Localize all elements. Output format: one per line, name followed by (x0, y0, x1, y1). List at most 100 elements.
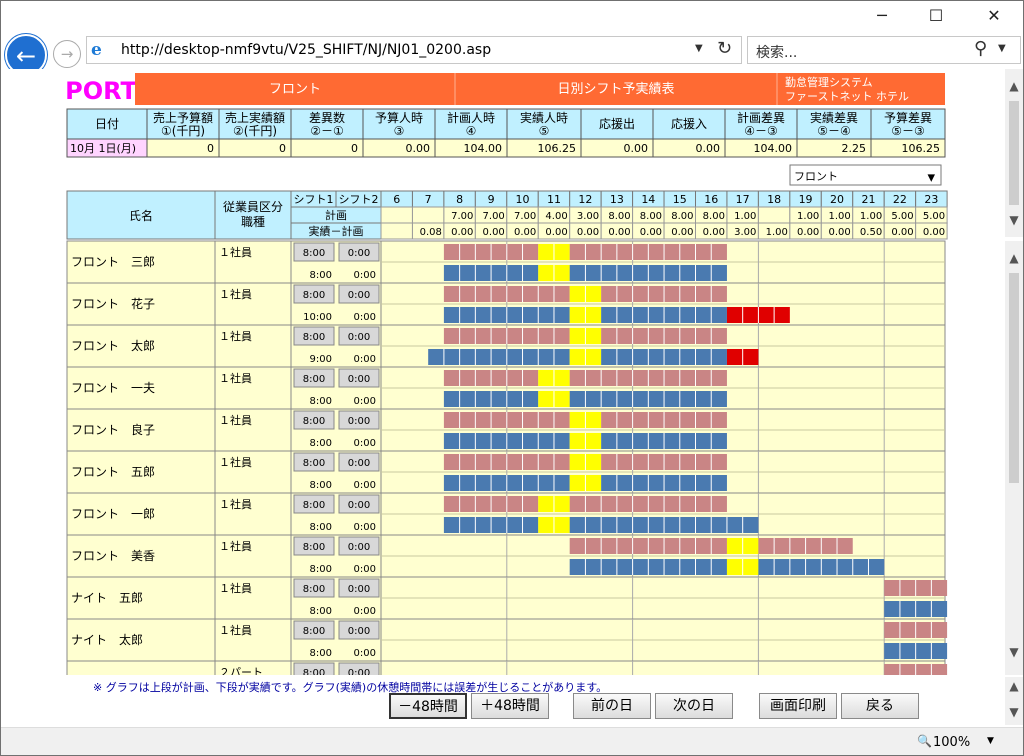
plan-hours-value: 8.00 (640, 211, 662, 222)
shift2-value[interactable]: 0:00 (348, 584, 370, 595)
system-name-line2: ファーストネット ホテル (785, 90, 909, 103)
summary-header-label: ①(千円) (161, 124, 205, 138)
summary-header-label: 応援出 (599, 117, 635, 131)
prev-day-button[interactable]: 前の日 (573, 693, 651, 719)
inner-scroll-up-icon[interactable]: ▲ (1005, 251, 1023, 269)
summary-header-label: 計画差異 (737, 110, 785, 125)
actual-end: 0:00 (354, 270, 376, 281)
url-field[interactable]: e http://desktop-nmf9vtu/V25_SHIFT/NJ/NJ… (86, 36, 742, 64)
summary-header-label: ④－③ (744, 124, 778, 138)
shift2-value[interactable]: 0:00 (348, 332, 370, 343)
plan-hours-value: 1.00 (860, 211, 882, 222)
shift2-value[interactable]: 0:00 (348, 458, 370, 469)
diff-hours-value: 0.00 (671, 227, 693, 238)
page-content: PORT フロント 日別シフト予実績表 勤怠管理システム ファーストネット ホテル 日付 1… (1, 69, 1005, 675)
summary-header-label: 日付 (95, 117, 119, 131)
diff-hours-value: 1.00 (766, 227, 788, 238)
actual-start: 8:00 (310, 396, 332, 407)
hour-label: 15 (673, 193, 687, 206)
title-bar: ─ ☐ ✕ (1, 1, 1023, 31)
shift1-value[interactable]: 8:00 (303, 626, 325, 637)
refresh-icon[interactable]: ↻ (717, 38, 732, 59)
summary-header-label: ③ (394, 124, 405, 138)
shift1-value[interactable]: 8:00 (303, 500, 325, 511)
plan-header: 計画 (325, 208, 347, 222)
shift2-value[interactable]: 0:00 (348, 290, 370, 301)
next-day-button[interactable]: 次の日 (655, 693, 733, 719)
employee-class: １社員 (219, 413, 252, 427)
actual-start: 8:00 (310, 606, 332, 617)
plan-hours-value: 1.00 (797, 211, 819, 222)
footer-scroll-down-icon[interactable]: ▼ (1005, 705, 1023, 723)
shift1-value[interactable]: 8:00 (303, 374, 325, 385)
employee-class: １社員 (219, 287, 252, 301)
search-icon[interactable]: ⚲ (974, 38, 987, 59)
employee-class: １社員 (219, 245, 252, 259)
plan-hours-cell (380, 206, 413, 224)
summary-header-label: ⑤－④ (817, 124, 851, 138)
name-header: 氏名 (129, 208, 153, 223)
shift2-value[interactable]: 0:00 (348, 500, 370, 511)
summary-header-label: 応援入 (671, 117, 707, 131)
url-dropdown-icon[interactable]: ▼ (695, 43, 703, 54)
minimize-button[interactable]: ─ (867, 5, 897, 27)
hour-label: 10 (516, 193, 530, 206)
shift2-value[interactable]: 0:00 (348, 626, 370, 637)
dept-select-value[interactable]: フロント (794, 170, 838, 183)
shift1-value[interactable]: 8:00 (303, 416, 325, 427)
plan-hours-value: 8.00 (608, 211, 630, 222)
diff-hours-value: 3.00 (734, 227, 756, 238)
footer-scrollbar[interactable]: ▲ ▼ (1005, 677, 1023, 725)
shift2-value[interactable]: 0:00 (348, 248, 370, 259)
employee-name: フロント 太郎 (71, 338, 155, 353)
footer-scroll-up-icon[interactable]: ▲ (1005, 679, 1023, 697)
shift1-value[interactable]: 8:00 (303, 584, 325, 595)
scroll-up-icon[interactable]: ▲ (1005, 79, 1023, 97)
search-field[interactable]: 検索... ⚲ ▼ (747, 36, 1021, 64)
actual-end: 0:00 (354, 648, 376, 659)
class-header: 従業員区分 (223, 200, 283, 214)
zoom-dropdown-icon[interactable]: ▼ (987, 736, 994, 746)
shift2-value[interactable]: 0:00 (348, 542, 370, 553)
url-text[interactable]: http://desktop-nmf9vtu/V25_SHIFT/NJ/NJ01… (121, 42, 491, 58)
maximize-button[interactable]: ☐ (921, 5, 951, 27)
actual-start: 8:00 (310, 270, 332, 281)
scroll-down-icon[interactable]: ▼ (1005, 213, 1023, 231)
zoom-level[interactable]: 100% (933, 735, 970, 750)
shift1-value[interactable]: 8:00 (303, 542, 325, 553)
hour-label: 23 (924, 193, 938, 206)
summary-value: 2.25 (842, 142, 867, 155)
shift2-value[interactable]: 0:00 (348, 374, 370, 385)
diff-header: 実績－計画 (309, 224, 364, 238)
shift2-value[interactable]: 0:00 (348, 416, 370, 427)
shift1-value[interactable]: 8:00 (303, 668, 325, 675)
plus-48-hours-button[interactable]: ＋48時間 (471, 693, 549, 719)
employee-name: フロント 良子 (71, 422, 155, 437)
shift1-value[interactable]: 8:00 (303, 248, 325, 259)
inner-scroll-thumb[interactable] (1009, 273, 1019, 483)
plan-hours-value: 1.00 (828, 211, 850, 222)
minus-48-hours-button[interactable]: －48時間 (389, 693, 467, 719)
shift2-value[interactable]: 0:00 (348, 668, 370, 675)
print-button[interactable]: 画面印刷 (759, 693, 837, 719)
outer-scrollbar[interactable]: ▲ ▼ (1005, 69, 1023, 237)
actual-start: 8:00 (310, 564, 332, 575)
diff-hours-value: 0.00 (640, 227, 662, 238)
inner-scroll-down-icon[interactable]: ▼ (1005, 645, 1023, 663)
employee-name: ナイト 太郎 (71, 632, 143, 647)
summary-header-label: ⑤－③ (891, 124, 925, 138)
hour-label: 6 (393, 193, 400, 206)
close-button[interactable]: ✕ (979, 5, 1009, 27)
forward-arrow-icon[interactable]: → (53, 40, 81, 68)
actual-bar (428, 349, 570, 365)
plan-hours-cell (411, 206, 445, 224)
hour-label: 7 (425, 193, 432, 206)
shift1-value[interactable]: 8:00 (303, 332, 325, 343)
shift1-value[interactable]: 8:00 (303, 458, 325, 469)
back-button[interactable]: 戻る (841, 693, 919, 719)
search-dropdown-icon[interactable]: ▼ (998, 43, 1006, 54)
inner-scrollbar[interactable]: ▲ ▼ (1005, 241, 1023, 675)
shift1-value[interactable]: 8:00 (303, 290, 325, 301)
scroll-thumb[interactable] (1009, 101, 1019, 205)
dept-select-chevron-icon[interactable]: ▾ (927, 168, 935, 186)
